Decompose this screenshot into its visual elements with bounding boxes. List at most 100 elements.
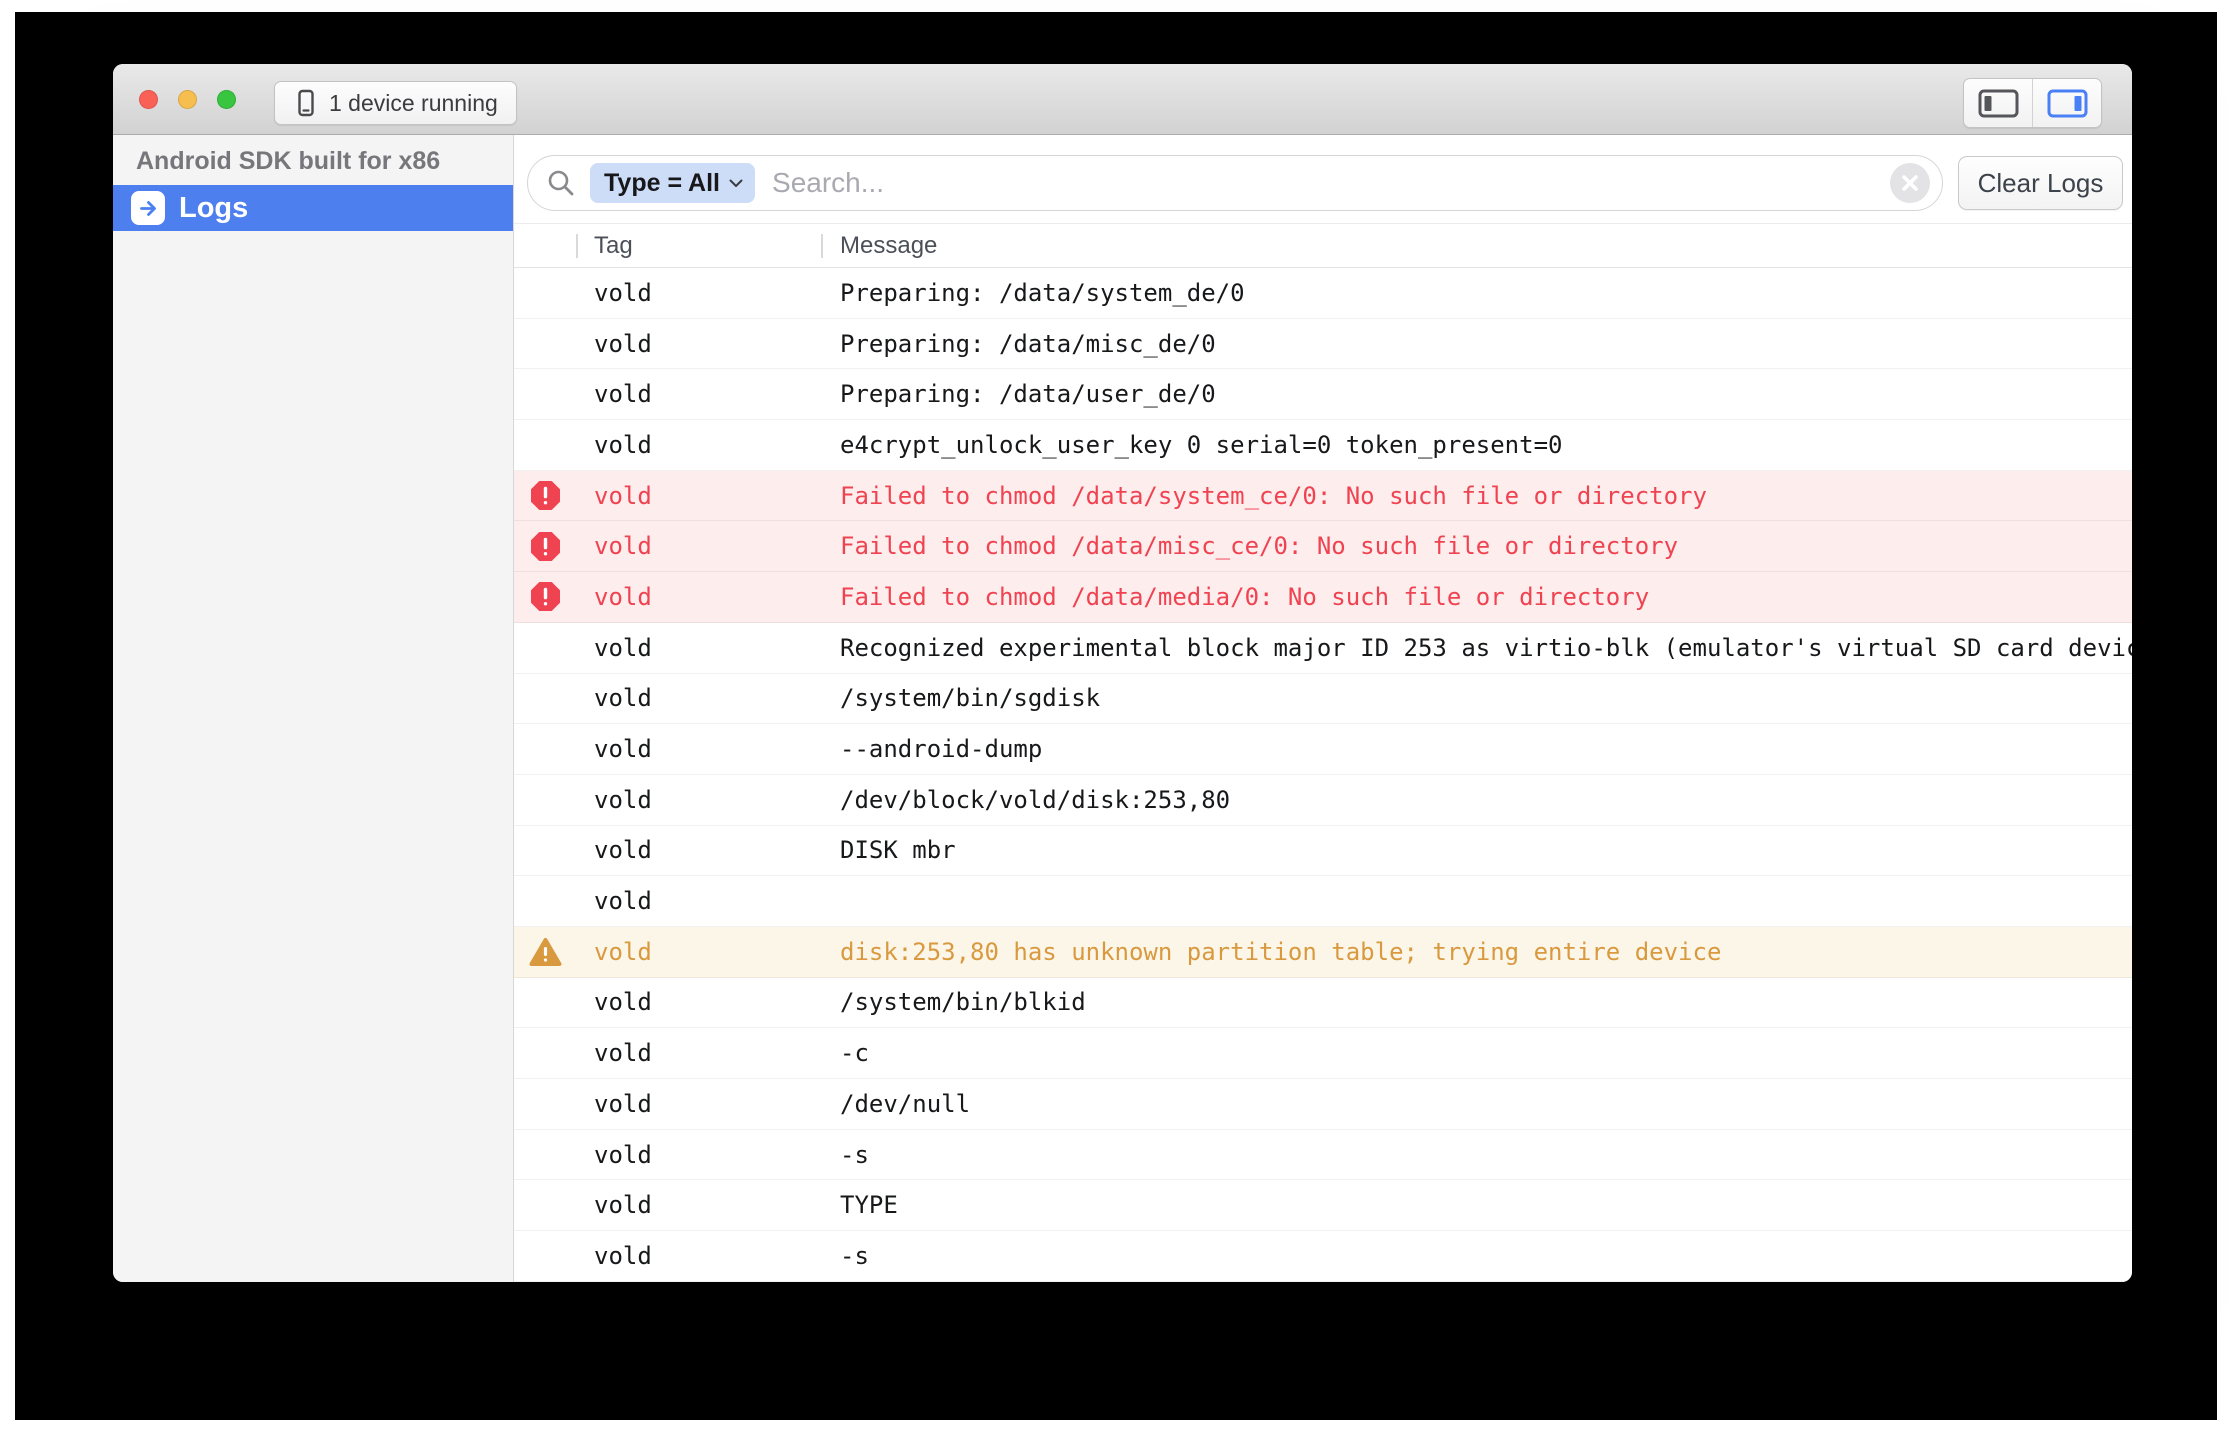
error-icon — [530, 581, 561, 612]
log-row[interactable]: vold Preparing: /data/misc_de/0 — [514, 319, 2132, 370]
emulator-log-window: 1 device running — [113, 64, 2132, 1282]
device-running-button[interactable]: 1 device running — [274, 81, 517, 125]
log-message: DISK mbr — [821, 836, 2132, 864]
column-header-level — [514, 224, 576, 267]
log-message: e4crypt_unlock_user_key 0 serial=0 token… — [821, 431, 2132, 459]
log-tag: vold — [576, 583, 821, 611]
log-row[interactable]: vold e4crypt_unlock_user_key 0 serial=0 … — [514, 420, 2132, 471]
search-input[interactable] — [755, 167, 1890, 199]
log-message: Preparing: /data/system_de/0 — [821, 279, 2132, 307]
column-header-tag[interactable]: Tag — [576, 224, 821, 267]
right-panel-icon — [2047, 89, 2088, 118]
type-filter-dropdown[interactable]: Type = All — [590, 163, 755, 203]
log-message: Failed to chmod /data/misc_ce/0: No such… — [821, 532, 2132, 560]
column-header-message[interactable]: Message — [821, 224, 2132, 267]
log-tag: vold — [576, 1242, 821, 1270]
log-tag: vold — [576, 684, 821, 712]
table-header: Tag Message — [514, 224, 2132, 268]
log-row[interactable]: vold Failed to chmod /data/media/0: No s… — [514, 572, 2132, 623]
search-icon — [546, 168, 576, 198]
log-message: -c — [821, 1039, 2132, 1067]
log-table: Tag Message vold Preparing: /data/system… — [514, 224, 2132, 1282]
phone-icon — [293, 89, 319, 117]
title-bar[interactable]: 1 device running — [113, 64, 2132, 135]
arrow-right-icon — [131, 191, 165, 225]
sidebar-item-logs[interactable]: Logs — [113, 185, 513, 231]
log-message: /system/bin/sgdisk — [821, 684, 2132, 712]
warning-icon — [529, 937, 562, 967]
log-tag: vold — [576, 786, 821, 814]
log-message: Preparing: /data/misc_de/0 — [821, 330, 2132, 358]
log-row[interactable]: vold Preparing: /data/user_de/0 — [514, 369, 2132, 420]
log-tag: vold — [576, 279, 821, 307]
toggle-left-panel-button[interactable] — [1964, 79, 2032, 127]
log-message: Preparing: /data/user_de/0 — [821, 380, 2132, 408]
log-message: Recognized experimental block major ID 2… — [821, 634, 2132, 662]
clear-logs-button[interactable]: Clear Logs — [1958, 156, 2123, 210]
log-tag: vold — [576, 1090, 821, 1118]
type-filter-label: Type = All — [604, 169, 720, 198]
log-row[interactable]: vold /dev/null — [514, 1079, 2132, 1130]
sidebar: Android SDK built for x86 Logs — [113, 135, 514, 1282]
log-message: TYPE — [821, 1191, 2132, 1219]
log-row[interactable]: vold -s — [514, 1130, 2132, 1181]
left-panel-icon — [1978, 89, 2019, 118]
traffic-lights — [139, 90, 236, 109]
device-running-label: 1 device running — [329, 90, 498, 117]
device-name-header: Android SDK built for x86 — [113, 135, 513, 176]
log-row[interactable]: vold — [514, 876, 2132, 927]
log-tag: vold — [576, 1039, 821, 1067]
log-message: Failed to chmod /data/system_ce/0: No su… — [821, 482, 2132, 510]
log-tag: vold — [576, 482, 821, 510]
log-message: /system/bin/blkid — [821, 988, 2132, 1016]
log-tag: vold — [576, 1191, 821, 1219]
log-row[interactable]: vold -s — [514, 1231, 2132, 1282]
error-icon — [530, 531, 561, 562]
log-tag: vold — [576, 938, 821, 966]
log-tag: vold — [576, 380, 821, 408]
log-row[interactable]: vold TYPE — [514, 1180, 2132, 1231]
log-message: disk:253,80 has unknown partition table;… — [821, 938, 2132, 966]
sidebar-item-label: Logs — [179, 192, 248, 225]
zoom-button[interactable] — [217, 90, 236, 109]
screenshot-canvas: 1 device running — [0, 0, 2232, 1436]
log-message: Failed to chmod /data/media/0: No such f… — [821, 583, 2132, 611]
log-message: -s — [821, 1242, 2132, 1270]
log-tag: vold — [576, 988, 821, 1016]
log-tag: vold — [576, 887, 821, 915]
log-tag: vold — [576, 735, 821, 763]
log-row[interactable]: vold DISK mbr — [514, 826, 2132, 877]
log-row[interactable]: vold /system/bin/blkid — [514, 978, 2132, 1029]
log-row[interactable]: vold Failed to chmod /data/system_ce/0: … — [514, 471, 2132, 522]
main-panel: Type = All — [514, 135, 2132, 1282]
clear-circle-icon[interactable] — [1890, 163, 1930, 203]
chevron-down-icon — [729, 179, 743, 188]
log-rows: vold Preparing: /data/system_de/0 vold P… — [514, 268, 2132, 1282]
clear-logs-label: Clear Logs — [1978, 168, 2104, 199]
log-message: /dev/block/vold/disk:253,80 — [821, 786, 2132, 814]
close-button[interactable] — [139, 90, 158, 109]
log-row[interactable]: vold Recognized experimental block major… — [514, 623, 2132, 674]
log-tag: vold — [576, 1141, 821, 1169]
log-row[interactable]: vold disk:253,80 has unknown partition t… — [514, 927, 2132, 978]
log-message: -s — [821, 1141, 2132, 1169]
log-message: /dev/null — [821, 1090, 2132, 1118]
toggle-right-panel-button[interactable] — [2032, 79, 2101, 127]
log-row[interactable]: vold --android-dump — [514, 724, 2132, 775]
search-field[interactable]: Type = All — [527, 155, 1943, 211]
log-tag: vold — [576, 634, 821, 662]
log-tag: vold — [576, 836, 821, 864]
log-tag: vold — [576, 532, 821, 560]
log-row[interactable]: vold Preparing: /data/system_de/0 — [514, 268, 2132, 319]
log-toolbar: Type = All — [514, 135, 2132, 224]
panel-toggle-group — [1963, 78, 2102, 128]
log-row[interactable]: vold /system/bin/sgdisk — [514, 674, 2132, 725]
minimize-button[interactable] — [178, 90, 197, 109]
log-row[interactable]: vold -c — [514, 1028, 2132, 1079]
log-message: --android-dump — [821, 735, 2132, 763]
error-icon — [530, 480, 561, 511]
log-tag: vold — [576, 431, 821, 459]
log-row[interactable]: vold /dev/block/vold/disk:253,80 — [514, 775, 2132, 826]
log-tag: vold — [576, 330, 821, 358]
log-row[interactable]: vold Failed to chmod /data/misc_ce/0: No… — [514, 521, 2132, 572]
